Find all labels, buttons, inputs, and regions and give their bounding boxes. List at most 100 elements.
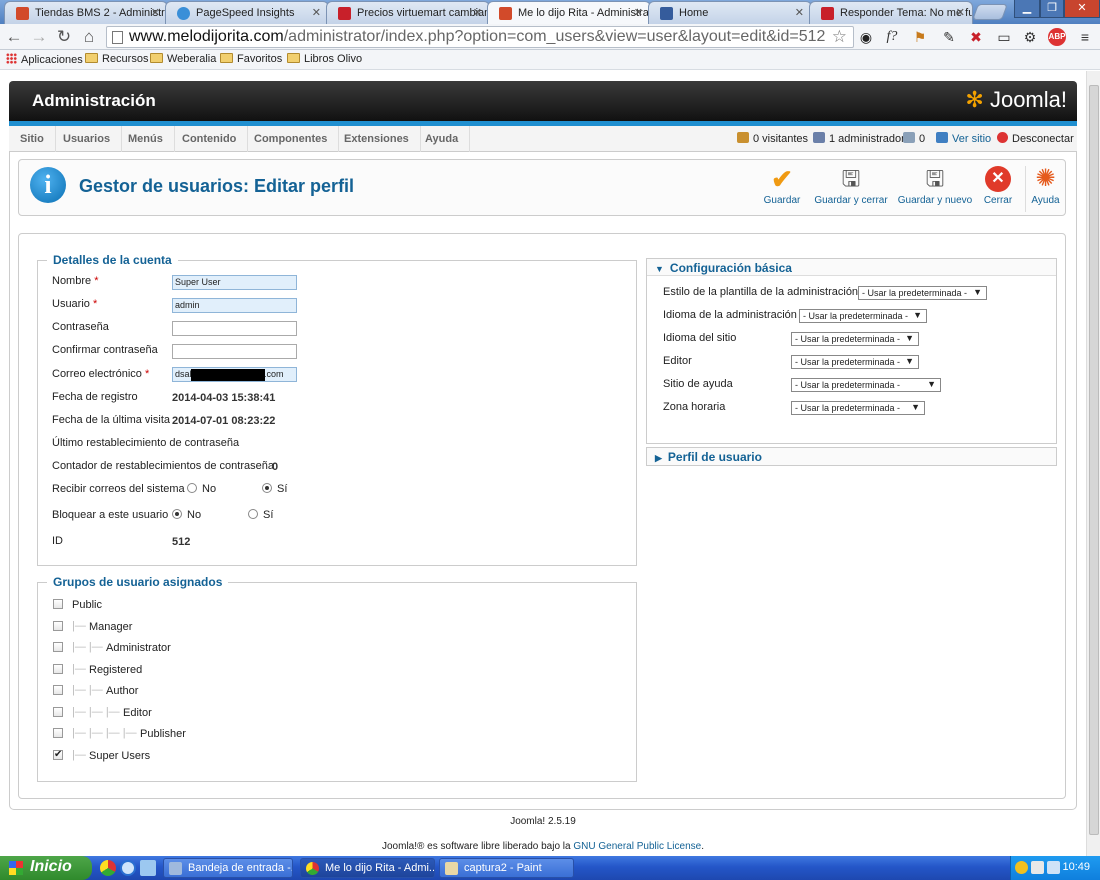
admin-language-select[interactable]: - Usar la predeterminada - ▼: [799, 309, 927, 323]
extension-icon[interactable]: ✖: [967, 28, 985, 46]
basic-settings-header[interactable]: ▼ Configuración básica: [647, 259, 1056, 276]
radio-button-selected[interactable]: [262, 483, 272, 493]
block-user-yes-radio[interactable]: Sí: [248, 509, 273, 521]
browser-tab[interactable]: Responder Tema: No me fu ✕: [809, 1, 973, 24]
radio-button[interactable]: [248, 509, 258, 519]
start-button[interactable]: Inicio: [0, 856, 92, 880]
block-user-no-radio[interactable]: No: [172, 509, 201, 521]
menu-item-menus[interactable]: Menús: [117, 126, 175, 152]
new-tab-button[interactable]: [972, 4, 1008, 20]
volume-icon[interactable]: [1047, 861, 1060, 874]
close-tab-icon[interactable]: ✕: [956, 6, 965, 19]
taskbar-item-active[interactable]: Me lo dijo Rita - Admi...: [300, 858, 435, 878]
save-new-button[interactable]: 🖫 Guardar y nuevo: [897, 166, 973, 212]
extension-icon[interactable]: f?: [883, 28, 901, 46]
register-date-label: Fecha de registro: [52, 391, 138, 403]
tab-label: Tiendas BMS 2 - Administrac: [35, 7, 168, 19]
menu-item-contenido[interactable]: Contenido: [171, 126, 249, 152]
name-input[interactable]: Super User: [172, 275, 297, 290]
close-window-button[interactable]: ✕: [1064, 0, 1100, 18]
tray-icon[interactable]: [1015, 861, 1028, 874]
close-tab-icon[interactable]: ✕: [634, 6, 643, 19]
help-site-select[interactable]: - Usar la predeterminada - ▼: [791, 378, 941, 392]
menu-item-ayuda[interactable]: Ayuda: [414, 126, 471, 152]
logout-link[interactable]: Desconectar: [997, 126, 1074, 152]
gpl-link[interactable]: GNU General Public License: [573, 841, 701, 852]
group-checkbox[interactable]: [53, 642, 63, 652]
menu-item-sitio[interactable]: Sitio: [9, 126, 56, 152]
editor-select[interactable]: - Usar la predeterminada - ▼: [791, 355, 919, 369]
timezone-select[interactable]: - Usar la predeterminada - ▼: [791, 401, 925, 415]
dropdown-arrow-icon: ▼: [905, 356, 914, 366]
group-checkbox[interactable]: [53, 599, 63, 609]
browser-tab[interactable]: Tiendas BMS 2 - Administrac ✕: [4, 1, 168, 24]
page-header: i Gestor de usuarios: Editar perfil ✔ Gu…: [18, 159, 1066, 216]
network-icon[interactable]: [1031, 861, 1044, 874]
minimize-button[interactable]: ▁: [1014, 0, 1040, 18]
extension-icon[interactable]: ⚑: [911, 28, 929, 46]
browser-tab[interactable]: PageSpeed Insights ✕: [165, 1, 329, 24]
group-checkbox[interactable]: [53, 621, 63, 631]
maximize-button[interactable]: ❐: [1040, 0, 1064, 18]
extension-icon[interactable]: ◉: [857, 28, 875, 46]
address-bar[interactable]: www.melodijorita.com/administrator/index…: [106, 26, 854, 48]
close-tab-icon[interactable]: ✕: [312, 6, 321, 19]
system-tray: 10:49: [1010, 856, 1100, 880]
radio-button[interactable]: [187, 483, 197, 493]
messages-status[interactable]: 0: [903, 126, 925, 152]
bookmark-folder[interactable]: Recursos: [85, 53, 148, 65]
group-checkbox[interactable]: [53, 685, 63, 695]
browser-tab[interactable]: Home ✕: [648, 1, 812, 24]
menu-item-componentes[interactable]: Componentes: [243, 126, 340, 152]
password-input[interactable]: [172, 321, 297, 336]
close-tab-icon[interactable]: ✕: [795, 6, 804, 19]
admin-template-select[interactable]: - Usar la predeterminada - ▼: [858, 286, 987, 300]
bookmark-folder[interactable]: Favoritos: [220, 53, 282, 65]
bookmark-apps[interactable]: Aplicaciones: [6, 53, 83, 66]
group-checkbox[interactable]: [53, 707, 63, 717]
bookmark-folder[interactable]: Weberalia: [150, 53, 216, 65]
close-button[interactable]: ✕ Cerrar: [979, 166, 1017, 212]
taskbar-item[interactable]: Bandeja de entrada -...: [163, 858, 293, 878]
internet-explorer-icon[interactable]: [120, 860, 136, 876]
save-close-button[interactable]: 🖫 Guardar y cerrar: [811, 166, 891, 212]
group-checkbox[interactable]: [53, 728, 63, 738]
gear-icon[interactable]: ⚙: [1021, 28, 1039, 46]
site-language-select[interactable]: - Usar la predeterminada - ▼: [791, 332, 919, 346]
send-email-no-radio[interactable]: No: [187, 483, 216, 495]
vertical-scrollbar[interactable]: [1086, 71, 1100, 856]
group-checkbox[interactable]: [53, 664, 63, 674]
help-button[interactable]: ✺ Ayuda: [1025, 166, 1065, 212]
browser-tab-active[interactable]: Me lo dijo Rita - Administrac ✕: [487, 1, 651, 24]
show-desktop-icon[interactable]: [140, 860, 156, 876]
extension-icon[interactable]: ✎: [940, 28, 958, 46]
group-checkbox-checked[interactable]: ✔: [53, 750, 63, 760]
taskbar-item[interactable]: captura2 - Paint: [439, 858, 574, 878]
username-input[interactable]: admin: [172, 298, 297, 313]
chrome-icon[interactable]: [100, 860, 116, 876]
bookmark-star-icon[interactable]: ☆: [832, 27, 847, 47]
extension-icon[interactable]: ▭: [995, 28, 1013, 46]
back-icon[interactable]: ←: [4, 27, 24, 47]
collapsed-arrow-icon: ▶: [655, 453, 662, 463]
forward-icon[interactable]: →: [29, 27, 49, 47]
send-email-yes-radio[interactable]: Sí: [262, 483, 287, 495]
menu-item-usuarios[interactable]: Usuarios: [52, 126, 123, 152]
radio-button-selected[interactable]: [172, 509, 182, 519]
adblock-icon[interactable]: ABP: [1048, 28, 1066, 46]
bookmark-folder[interactable]: Libros Olivo: [287, 53, 362, 65]
site-language-label: Idioma del sitio: [663, 332, 737, 344]
email-input[interactable]: dsal .com: [172, 367, 297, 382]
scrollbar-thumb[interactable]: [1089, 85, 1099, 835]
menu-item-extensiones[interactable]: Extensiones: [333, 126, 421, 152]
menu-icon[interactable]: ≡: [1076, 28, 1094, 46]
view-site-link[interactable]: Ver sitio: [936, 126, 991, 152]
home-icon[interactable]: ⌂: [79, 27, 99, 47]
browser-tab[interactable]: Precios virtuemart cambian ✕: [326, 1, 490, 24]
close-tab-icon[interactable]: ✕: [151, 6, 160, 19]
save-button[interactable]: ✔ Guardar: [759, 166, 805, 212]
user-profile-header[interactable]: ▶ Perfil de usuario: [647, 448, 1056, 465]
close-tab-icon[interactable]: ✕: [473, 6, 482, 19]
reload-icon[interactable]: ↻: [54, 27, 74, 47]
confirm-password-input[interactable]: [172, 344, 297, 359]
